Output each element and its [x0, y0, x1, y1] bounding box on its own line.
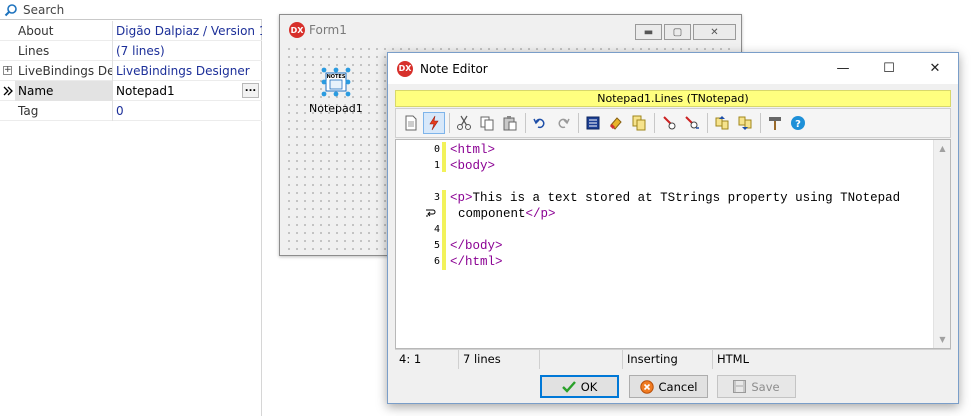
property-value-editor[interactable]: Notepad1 ...	[113, 81, 262, 101]
note-editor-dialog: DX Note Editor — ☐ ✕ Notepad1.Lines (TNo…	[387, 52, 959, 404]
minimize-icon[interactable]: —	[820, 53, 866, 84]
copy-documents-icon[interactable]	[628, 112, 650, 134]
notepad-icon-text: NOTES	[327, 74, 346, 80]
save-button[interactable]: Save	[717, 375, 796, 398]
property-name: Tag	[15, 100, 113, 121]
property-row-lines[interactable]: Lines (7 lines)	[0, 40, 262, 61]
property-value[interactable]: Notepad1	[116, 81, 175, 101]
search-icon	[4, 3, 18, 17]
line-number: 6	[433, 256, 440, 267]
new-document-icon[interactable]	[400, 112, 422, 134]
save-icon	[733, 380, 747, 393]
code-line: </html>	[450, 255, 503, 269]
code-line: <body>	[450, 159, 496, 173]
object-inspector: Search About Digão Dalpiaz / Version 1.0…	[0, 0, 262, 416]
save-label: Save	[751, 379, 780, 394]
find-icon[interactable]	[658, 112, 680, 134]
close-icon[interactable]: ✕	[912, 53, 958, 84]
status-line-count: 7 lines	[459, 350, 540, 369]
status-blank	[540, 350, 623, 369]
close-icon[interactable]: ✕	[693, 24, 736, 40]
editor-toolbar: ?	[395, 108, 951, 138]
undo-icon[interactable]	[529, 112, 551, 134]
cancel-icon	[639, 379, 654, 394]
expand-icon[interactable]: +	[0, 61, 15, 81]
paste-icon[interactable]	[499, 112, 521, 134]
dx-logo-icon: DX	[289, 22, 305, 38]
dialog-button-row: OK Cancel Save	[388, 373, 958, 403]
maximize-icon[interactable]: ▢	[664, 24, 691, 40]
minimize-icon[interactable]: ▬	[635, 24, 662, 40]
property-name: Lines	[15, 40, 113, 61]
property-value[interactable]: 0	[113, 101, 262, 121]
ok-label: OK	[580, 379, 598, 394]
line-number: 3	[433, 192, 440, 203]
wrap-indicator-icon	[396, 208, 436, 220]
dx-logo-icon: DX	[397, 60, 413, 77]
status-insert-mode: Inserting	[623, 350, 713, 369]
code-line: <html>	[450, 143, 496, 157]
property-name: About	[15, 20, 113, 41]
component-header: Notepad1.Lines (TNotepad)	[395, 90, 951, 107]
status-cursor-position: 4: 1	[395, 350, 459, 369]
notepad-component-icon[interactable]: NOTES	[321, 67, 351, 97]
move-up-icon[interactable]	[711, 112, 733, 134]
scroll-up-icon[interactable]: ▲	[934, 140, 951, 157]
modified-line-marker	[442, 190, 446, 270]
svg-text:?: ?	[795, 119, 801, 130]
property-row-livebindings[interactable]: + LiveBindings Designer LiveBindings Des…	[0, 60, 262, 81]
status-syntax: HTML	[717, 352, 750, 366]
vertical-scrollbar[interactable]: ▲ ▼	[933, 140, 950, 348]
search-box[interactable]: Search	[0, 0, 262, 20]
lightning-icon[interactable]	[423, 112, 445, 134]
property-value[interactable]: Digão Dalpiaz / Version 1.0	[113, 21, 262, 41]
code-line-wrapped: component</p>	[458, 207, 556, 221]
cancel-button[interactable]: Cancel	[629, 375, 708, 398]
move-down-icon[interactable]	[734, 112, 756, 134]
scroll-down-icon[interactable]: ▼	[934, 331, 951, 348]
code-line: <p>This is a text stored at TStrings pro…	[450, 191, 901, 205]
line-number-gutter: 0 1 3 4 5 6	[396, 140, 446, 348]
help-icon[interactable]: ?	[787, 112, 809, 134]
notepad-component-label: Notepad1	[309, 102, 363, 115]
dialog-title: Note Editor	[420, 61, 488, 76]
line-number: 0	[433, 144, 440, 155]
ellipsis-button[interactable]: ...	[242, 83, 259, 98]
redo-icon[interactable]	[552, 112, 574, 134]
code-editor[interactable]: 0 1 3 4 5 6 <html> <body> <p>This is a t…	[395, 139, 951, 349]
modified-line-marker	[442, 142, 446, 172]
property-value[interactable]: LiveBindings Designer	[113, 61, 262, 81]
property-name: Name	[15, 80, 113, 101]
property-row-tag[interactable]: Tag 0	[0, 100, 262, 121]
checkmark-icon	[561, 380, 576, 393]
tools-icon[interactable]	[764, 112, 786, 134]
cancel-label: Cancel	[658, 379, 698, 394]
ide-screen: Search About Digão Dalpiaz / Version 1.0…	[0, 0, 972, 416]
cut-icon[interactable]	[453, 112, 475, 134]
eraser-icon[interactable]	[605, 112, 627, 134]
select-all-icon[interactable]	[582, 112, 604, 134]
copy-icon[interactable]	[476, 112, 498, 134]
line-number: 5	[433, 240, 440, 251]
form1-title: Form1	[309, 23, 347, 37]
search-placeholder: Search	[23, 2, 65, 17]
line-number: 4	[433, 224, 440, 235]
form1-window-controls: ▬ ▢ ✕	[633, 24, 736, 40]
dialog-window-controls: — ☐ ✕	[820, 53, 958, 84]
code-line: </body>	[450, 239, 503, 253]
property-row-about[interactable]: About Digão Dalpiaz / Version 1.0	[0, 20, 262, 41]
selected-row-indicator-icon	[0, 81, 15, 101]
line-number: 1	[433, 160, 440, 171]
ok-button[interactable]: OK	[540, 375, 619, 398]
property-value[interactable]: (7 lines)	[113, 41, 262, 61]
find-next-icon[interactable]	[681, 112, 703, 134]
status-bar: 4: 1 7 lines Inserting HTML	[395, 349, 951, 369]
property-name: LiveBindings Designer	[15, 60, 113, 81]
maximize-icon[interactable]: ☐	[866, 53, 912, 84]
property-row-name[interactable]: Name Notepad1 ...	[0, 80, 262, 101]
